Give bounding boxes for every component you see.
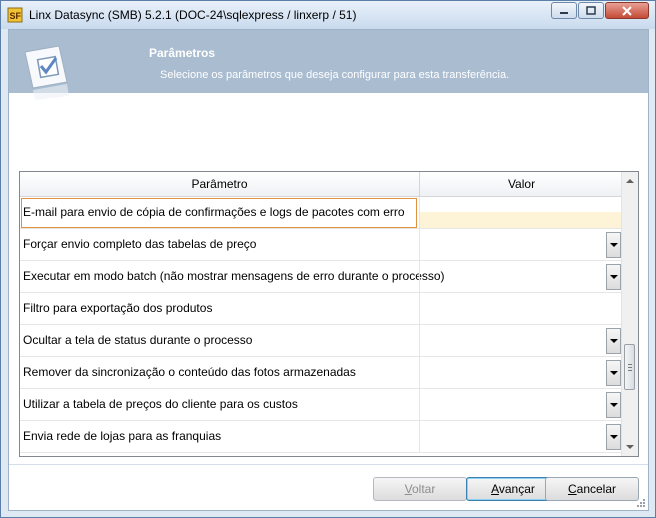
chevron-down-icon bbox=[609, 275, 618, 279]
scrollbar-thumb[interactable] bbox=[624, 344, 635, 390]
checklist-icon bbox=[24, 45, 69, 100]
grip-line bbox=[628, 367, 632, 368]
value-dropdown[interactable] bbox=[419, 389, 624, 420]
table-row[interactable]: Remover da sincronização o conteúdo das … bbox=[20, 357, 623, 389]
parameter-label: Envia rede de lojas para as franquias bbox=[23, 429, 222, 443]
dropdown-button[interactable] bbox=[606, 264, 621, 290]
maximize-button[interactable] bbox=[578, 2, 604, 19]
parameter-label: E-mail para envio de cópia de confirmaçõ… bbox=[23, 205, 405, 219]
parameter-label: Forçar envio completo das tabelas de pre… bbox=[23, 237, 257, 251]
table-row[interactable]: Envia rede de lojas para as franquias bbox=[20, 421, 623, 453]
table-row[interactable]: Executar em modo batch (não mostrar mens… bbox=[20, 261, 623, 293]
app-window: SF Linx Datasync (SMB) 5.2.1 (DOC-24\sql… bbox=[0, 0, 656, 518]
table-row[interactable]: Forçar envio completo das tabelas de pre… bbox=[20, 229, 623, 261]
vertical-scrollbar[interactable] bbox=[621, 172, 638, 456]
wizard-header: Parâmetros Selecione os parâmetros que d… bbox=[9, 30, 648, 100]
chevron-down-icon bbox=[609, 243, 618, 247]
parameter-label: Filtro para exportação dos produtos bbox=[23, 301, 213, 315]
dropdown-button[interactable] bbox=[606, 392, 621, 418]
scroll-up-icon[interactable] bbox=[626, 179, 634, 183]
cancel-button[interactable]: Cancelar bbox=[545, 477, 639, 501]
grip-line bbox=[628, 364, 632, 365]
table-row[interactable]: Filtro para exportação dos produtos bbox=[20, 293, 623, 325]
value-dropdown[interactable] bbox=[419, 421, 624, 452]
value-dropdown[interactable] bbox=[419, 325, 624, 356]
grid-rows: E-mail para envio de cópia de confirmaçõ… bbox=[20, 197, 624, 453]
table-row[interactable]: Ocultar a tela de status durante o proce… bbox=[20, 325, 623, 357]
parameter-label: Ocultar a tela de status durante o proce… bbox=[23, 333, 253, 347]
page-subtitle: Selecione os parâmetros que deseja confi… bbox=[160, 69, 510, 81]
dropdown-button[interactable] bbox=[606, 360, 621, 386]
column-header-valor[interactable]: Valor bbox=[420, 172, 623, 196]
value-input[interactable] bbox=[419, 293, 624, 324]
back-button[interactable]: Voltar bbox=[373, 477, 467, 501]
table-row[interactable]: E-mail para envio de cópia de confirmaçõ… bbox=[20, 197, 624, 229]
value-dropdown[interactable] bbox=[419, 357, 624, 388]
wizard-client-area: Parâmetros Selecione os parâmetros que d… bbox=[8, 29, 649, 511]
minimize-button[interactable] bbox=[551, 2, 577, 19]
footer-divider bbox=[9, 464, 648, 465]
value-dropdown[interactable] bbox=[419, 261, 624, 292]
dropdown-button[interactable] bbox=[606, 328, 621, 354]
window-controls bbox=[550, 2, 649, 20]
page-title: Parâmetros bbox=[149, 46, 216, 60]
svg-text:SF: SF bbox=[10, 11, 22, 21]
linx-app-icon: SF bbox=[7, 7, 23, 23]
parameter-label: Executar em modo batch (não mostrar mens… bbox=[23, 269, 445, 283]
value-input[interactable] bbox=[419, 197, 624, 228]
table-row[interactable]: Utilizar a tabela de preços do cliente p… bbox=[20, 389, 623, 421]
scroll-down-icon[interactable] bbox=[626, 445, 634, 449]
maximize-icon bbox=[586, 6, 596, 15]
chevron-down-icon bbox=[609, 435, 618, 439]
grid-header: Parâmetro Valor bbox=[20, 172, 623, 197]
dropdown-button[interactable] bbox=[606, 424, 621, 450]
chevron-down-icon bbox=[609, 371, 618, 375]
chevron-down-icon bbox=[609, 403, 618, 407]
chevron-down-icon bbox=[609, 339, 618, 343]
value-dropdown[interactable] bbox=[419, 229, 624, 260]
window-title: Linx Datasync (SMB) 5.2.1 (DOC-24\sqlexp… bbox=[29, 8, 357, 22]
parameter-label: Utilizar a tabela de preços do cliente p… bbox=[23, 397, 298, 411]
minimize-icon bbox=[560, 11, 568, 14]
column-header-parametro[interactable]: Parâmetro bbox=[20, 172, 420, 196]
resize-grip-icon[interactable] bbox=[636, 498, 646, 508]
dropdown-button[interactable] bbox=[606, 232, 621, 258]
parameter-label: Remover da sincronização o conteúdo das … bbox=[23, 365, 356, 379]
close-icon bbox=[622, 5, 632, 16]
grip-line bbox=[628, 370, 632, 371]
parameters-grid[interactable]: Parâmetro Valor E-mail para envio de cóp… bbox=[19, 171, 639, 457]
close-button[interactable] bbox=[605, 2, 649, 19]
title-bar[interactable]: SF Linx Datasync (SMB) 5.2.1 (DOC-24\sql… bbox=[1, 1, 655, 29]
